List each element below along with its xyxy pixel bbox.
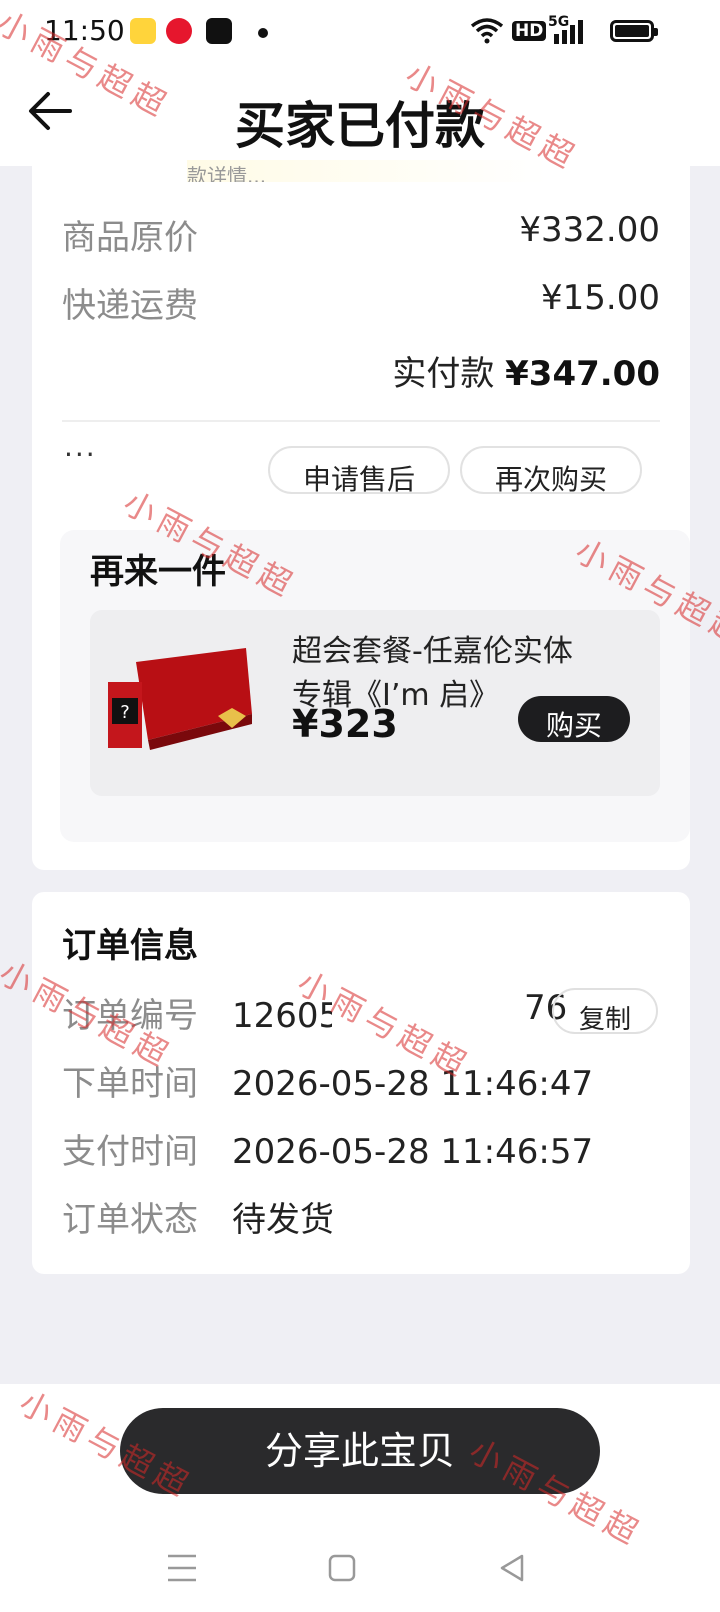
wifi-icon: [470, 18, 504, 44]
rabbit-app-icon: [130, 18, 156, 44]
order-info-card: 订单信息 订单编号 12605 76 复制 下单时间 2026-05-28 11:4…: [32, 892, 690, 1274]
order-number-value: 12605: [232, 996, 341, 1036]
product-detail-peek: 款详情...: [187, 160, 547, 182]
bottom-bar: 分享此宝贝: [0, 1384, 720, 1612]
order-number-row: 订单编号 12605: [62, 988, 340, 1037]
order-number-label: 订单编号: [62, 996, 198, 1036]
buy-again-button[interactable]: 再次购买: [460, 446, 642, 494]
order-info-title: 订单信息: [62, 926, 198, 966]
status-time: 11:50: [44, 14, 125, 47]
home-nav-icon[interactable]: [322, 1548, 362, 1588]
back-nav-icon[interactable]: [492, 1548, 532, 1588]
douyin-icon: [206, 18, 232, 44]
svg-text:?: ?: [120, 702, 130, 723]
battery-icon: [610, 20, 658, 42]
hd-badge: HD: [512, 21, 547, 41]
product-price: ¥323: [292, 702, 398, 746]
after-sale-button[interactable]: 申请售后: [268, 446, 450, 494]
pay-time-label: 支付时间: [62, 1132, 198, 1172]
weibo-icon: [166, 18, 192, 44]
recommended-product-card[interactable]: ? 超会套餐-任嘉伦实体专辑《I’m 启》 ¥323 购买: [90, 610, 660, 796]
shipping-fee-row: 快递运费 ¥15.00: [62, 278, 660, 327]
status-bar: 11:50 HD 5G: [0, 0, 720, 62]
order-time-value: 2026-05-28 11:46:47: [232, 1064, 594, 1104]
divider: [62, 420, 660, 422]
paid-amount-value: ¥347.00: [505, 354, 660, 394]
buy-button[interactable]: 购买: [518, 696, 630, 742]
order-time-row: 下单时间 2026-05-28 11:46:47: [62, 1056, 593, 1105]
product-image: ?: [108, 648, 252, 750]
pay-time-row: 支付时间 2026-05-28 11:46:57: [62, 1124, 593, 1173]
original-price-label: 商品原价: [62, 218, 198, 258]
original-price-row: 商品原价 ¥332.00: [62, 210, 660, 259]
page-title: 买家已付款: [235, 97, 485, 155]
order-status-value: 待发货: [232, 1200, 334, 1240]
more-options-button[interactable]: ···: [64, 438, 97, 471]
shipping-fee-value: ¥15.00: [541, 278, 660, 318]
menu-nav-icon[interactable]: [162, 1548, 202, 1588]
share-button[interactable]: 分享此宝贝: [120, 1408, 600, 1494]
buy-again-title: 再来一件: [90, 552, 226, 592]
order-status-row: 订单状态 待发货: [62, 1192, 334, 1241]
shipping-fee-label: 快递运费: [62, 286, 198, 326]
copy-button[interactable]: 复制: [552, 988, 658, 1034]
paid-amount-label: 实付款: [392, 354, 495, 394]
notification-dot-icon: [258, 28, 268, 38]
page-header: 买家已付款: [0, 62, 720, 166]
signal-icon: [554, 20, 583, 44]
paid-amount-wrap: 实付款 ¥347.00: [392, 346, 660, 395]
order-time-label: 下单时间: [62, 1064, 198, 1104]
order-status-label: 订单状态: [62, 1200, 198, 1240]
original-price-value: ¥332.00: [519, 210, 660, 250]
pay-time-value: 2026-05-28 11:46:57: [232, 1132, 594, 1172]
